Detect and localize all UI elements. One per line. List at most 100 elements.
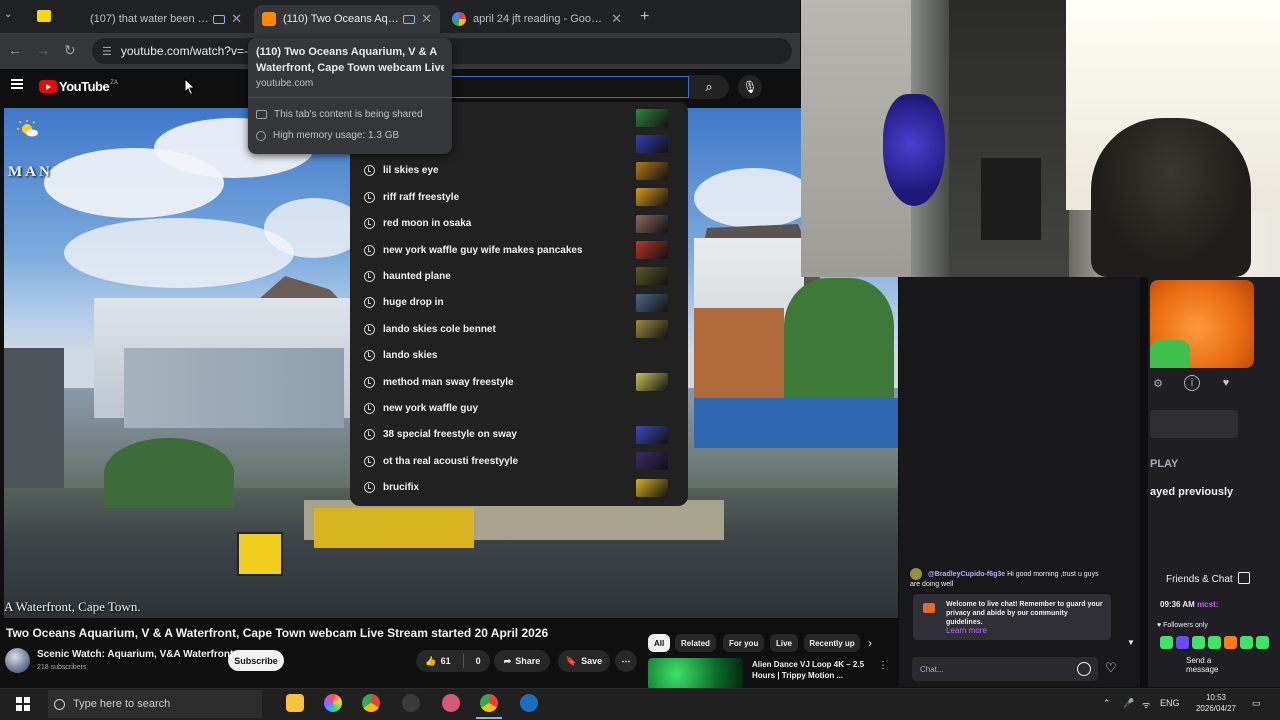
emote[interactable]: [1208, 636, 1221, 649]
share-button[interactable]: ➦ Share: [494, 650, 550, 672]
mini-chat-user[interactable]: mcst:: [1197, 600, 1218, 609]
emote[interactable]: [1176, 636, 1189, 649]
emote[interactable]: [1240, 636, 1253, 649]
emote[interactable]: [1192, 636, 1205, 649]
sharing-icon: [213, 14, 226, 24]
like-icon[interactable]: 👍: [425, 656, 436, 667]
chevron-right-icon[interactable]: ›: [868, 636, 872, 650]
chip-all[interactable]: All: [648, 634, 671, 652]
chip-for-you[interactable]: For you: [723, 634, 765, 652]
clock-date: 2026/04/27: [1195, 704, 1237, 713]
welcome-text: Welcome to live chat! Remember to guard …: [946, 601, 1103, 626]
chat-scrollbar[interactable]: [1140, 277, 1148, 687]
channel-name[interactable]: Scenic Watch: Aquarium, V&A Waterfront: [37, 649, 233, 660]
forward-icon[interactable]: →: [36, 42, 50, 58]
emote[interactable]: [1224, 636, 1237, 649]
search-icon[interactable]: ⌕: [689, 75, 729, 99]
menu-icon[interactable]: [11, 79, 23, 89]
suggestion-text: method man sway freestyle: [383, 376, 514, 388]
snipping-icon[interactable]: [442, 694, 460, 712]
chat-input[interactable]: Chat...: [912, 657, 1098, 681]
followers-only-label: ♥ Followers only: [1157, 622, 1208, 629]
emote[interactable]: [1256, 636, 1269, 649]
suggestion-text: lil skies eye: [383, 165, 439, 177]
like-count[interactable]: 61: [441, 656, 451, 666]
chip-related[interactable]: Related: [675, 634, 716, 652]
file-explorer-icon[interactable]: [286, 694, 304, 712]
obs-icon[interactable]: [402, 694, 420, 712]
taskbar-clock[interactable]: 10:53 2026/04/27: [1186, 692, 1246, 714]
reload-icon[interactable]: ↻: [64, 42, 76, 59]
suggestion-text: 38 special freestyle on sway: [383, 429, 517, 441]
tab-that-water[interactable]: (107) that water been open ✕: [70, 5, 250, 33]
windows-start-icon[interactable]: [16, 697, 30, 711]
share-label: Share: [515, 656, 541, 666]
recommended-title[interactable]: Alien Dance VJ Loop 4K – 2.5 Hours | Tri…: [752, 659, 870, 681]
info-icon[interactable]: i: [1184, 375, 1200, 391]
suggestion-item[interactable]: red moon in osaka: [350, 211, 688, 237]
recommended-more-icon[interactable]: ⋮: [878, 660, 888, 671]
taskbar-search-box[interactable]: Type here to search: [48, 690, 262, 718]
friends-chat-label[interactable]: Friends & Chat: [1166, 574, 1233, 585]
suggestion-item[interactable]: new york waffle guy wife makes pancakes: [350, 237, 688, 263]
microphone-icon[interactable]: 🎙: [738, 75, 762, 99]
close-icon[interactable]: ✕: [421, 11, 432, 27]
search-input[interactable]: [452, 76, 689, 98]
suggestion-item[interactable]: method man sway freestyle: [350, 369, 688, 395]
chrome-active-icon[interactable]: [480, 694, 498, 712]
chrome-icon[interactable]: [362, 694, 380, 712]
suggestion-item[interactable]: riff raff freestyle: [350, 184, 688, 210]
suggestion-item[interactable]: brucifix: [350, 475, 688, 501]
tab-search-icon[interactable]: ⌄: [4, 9, 12, 20]
emoji-icon[interactable]: [1077, 662, 1091, 676]
clock-time: 10:53: [1205, 693, 1227, 702]
channel-avatar[interactable]: [5, 648, 30, 673]
like-divider: [462, 654, 464, 668]
suggestion-item[interactable]: lando skies cole bennet: [350, 316, 688, 342]
notification-icon[interactable]: ▭: [1252, 698, 1261, 709]
tray-chevron-icon[interactable]: ⌃: [1103, 698, 1111, 709]
back-icon[interactable]: ←: [8, 42, 22, 58]
chat-scroll-down-icon[interactable]: ▼: [1127, 638, 1135, 647]
chip-recently-uploaded[interactable]: Recently up: [804, 634, 860, 652]
more-actions-button[interactable]: ⋯: [615, 650, 637, 672]
new-tab-icon[interactable]: +: [640, 8, 649, 26]
heart-icon[interactable]: ♡: [1105, 660, 1117, 676]
tray-wifi-icon[interactable]: ᯤ: [1142, 698, 1150, 711]
chip-live[interactable]: Live: [770, 634, 799, 652]
tab-placeholder-favicon[interactable]: [37, 10, 51, 22]
paint-icon[interactable]: [324, 694, 342, 712]
hover-card-memory-text: High memory usage: 1.3 GB: [273, 130, 400, 141]
gear-icon[interactable]: ⚙: [1150, 375, 1166, 391]
recommended-thumbnail[interactable]: [648, 658, 743, 690]
friends-icon[interactable]: [1238, 572, 1250, 584]
chat-message: @BradleyCupido-f6g3e Hi good morning ,tr…: [910, 568, 1110, 589]
tab-two-oceans[interactable]: (110) Two Oceans Aquarium ✕: [254, 5, 440, 33]
tray-language[interactable]: ENG: [1160, 698, 1180, 708]
suggestion-item[interactable]: huge drop in: [350, 290, 688, 316]
dislike-count[interactable]: 0: [476, 656, 481, 666]
tab-google-search[interactable]: april 24 jft reading - Google Sea ✕: [444, 5, 630, 33]
youtube-logo-text: YouTube: [59, 79, 110, 94]
save-button[interactable]: 🔖 Save: [558, 650, 610, 672]
site-info-icon[interactable]: ☰: [102, 45, 112, 58]
chat-welcome-banner: Welcome to live chat! Remember to guard …: [913, 594, 1111, 640]
tray-mic-icon[interactable]: 🎤: [1123, 698, 1134, 709]
steam-icon[interactable]: [520, 694, 538, 712]
suggestion-item[interactable]: new york waffle guy: [350, 395, 688, 421]
emote[interactable]: [1160, 636, 1173, 649]
heart-icon[interactable]: ♥: [1218, 375, 1234, 391]
close-icon[interactable]: ✕: [231, 11, 242, 27]
suggestion-item[interactable]: lando skies: [350, 343, 688, 369]
suggestion-item[interactable]: ot tha real acousti freestyyle: [350, 448, 688, 474]
chat-username[interactable]: @BradleyCupido-f6g3e: [928, 571, 1005, 578]
hover-card-title-cont: Waterfront, Cape Town webcam Live ...: [256, 62, 444, 74]
suggestion-item[interactable]: haunted plane: [350, 263, 688, 289]
youtube-logo[interactable]: YouTube ZA: [39, 79, 118, 94]
subscribe-button[interactable]: Subscribe: [228, 650, 284, 671]
close-icon[interactable]: ✕: [611, 11, 622, 27]
suggestion-item[interactable]: 38 special freestyle on sway: [350, 422, 688, 448]
suggestion-item[interactable]: lil skies eye: [350, 158, 688, 184]
learn-more-link[interactable]: Learn more: [946, 626, 987, 635]
send-message-label[interactable]: Send a message: [1186, 656, 1218, 674]
